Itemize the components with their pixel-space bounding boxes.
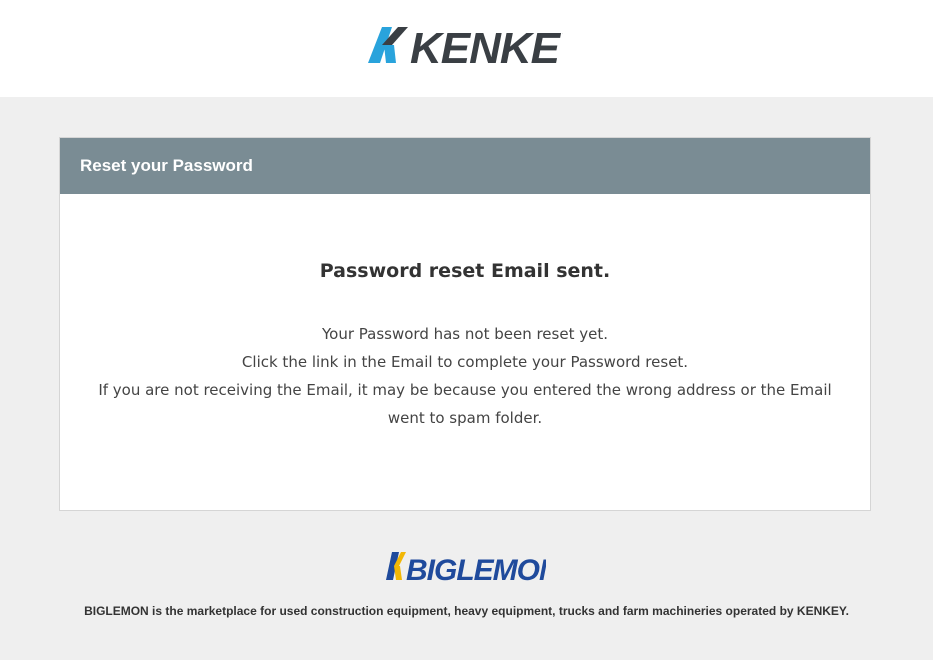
biglemon-logo[interactable]: BIGLEMON bbox=[384, 550, 546, 584]
reset-password-card: Reset your Password Password reset Email… bbox=[59, 137, 871, 511]
top-header: KENKEY bbox=[0, 0, 933, 97]
card-message: Your Password has not been reset yet. Cl… bbox=[60, 320, 870, 432]
message-line: If you are not receiving the Email, it m… bbox=[98, 381, 832, 399]
card-header-title: Reset your Password bbox=[60, 138, 870, 194]
message-line: Your Password has not been reset yet. bbox=[321, 325, 608, 343]
svg-text:KENKEY: KENKEY bbox=[410, 24, 563, 67]
kenkey-logo[interactable]: KENKEY bbox=[368, 23, 563, 67]
card-title: Password reset Email sent. bbox=[319, 260, 611, 282]
message-line: went to spam folder. bbox=[387, 409, 543, 427]
message-line: Click the link in the Email to complete … bbox=[241, 353, 689, 371]
svg-text:BIGLEMON: BIGLEMON bbox=[406, 554, 546, 584]
card-body: Password reset Email sent. Your Password… bbox=[60, 260, 870, 432]
footer-description: BIGLEMON is the marketplace for used con… bbox=[84, 604, 849, 618]
